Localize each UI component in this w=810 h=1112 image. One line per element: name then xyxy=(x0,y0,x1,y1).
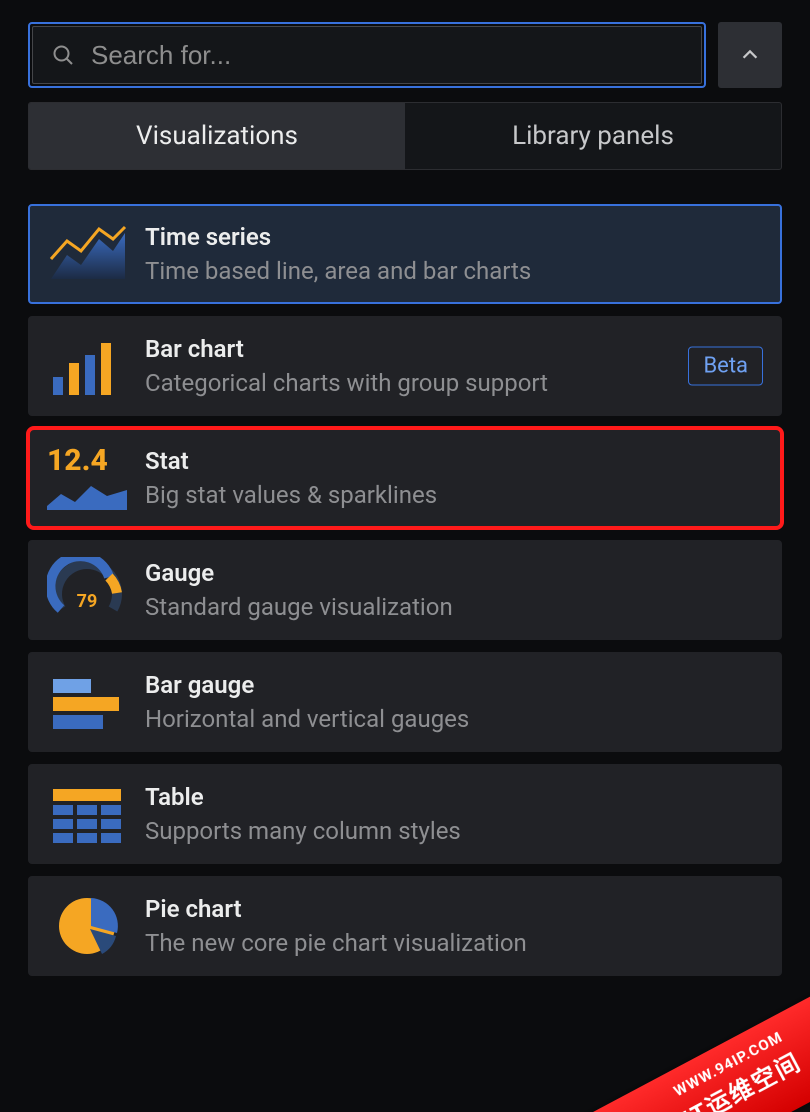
viz-title: Stat xyxy=(145,447,763,475)
visualization-list: Time series Time based line, area and ba… xyxy=(28,204,782,976)
viz-item-table[interactable]: Table Supports many column styles xyxy=(28,764,782,864)
tab-visualizations[interactable]: Visualizations xyxy=(29,103,405,169)
bar-gauge-icon xyxy=(47,669,127,735)
viz-title: Bar gauge xyxy=(145,671,763,699)
tab-library-panels[interactable]: Library panels xyxy=(405,103,781,169)
viz-desc: Horizontal and vertical gauges xyxy=(145,705,763,733)
viz-item-stat[interactable]: 12.4 Stat Big stat values & sparklines xyxy=(28,428,782,528)
viz-item-bar-chart[interactable]: Bar chart Categorical charts with group … xyxy=(28,316,782,416)
viz-item-pie-chart[interactable]: Pie chart The new core pie chart visuali… xyxy=(28,876,782,976)
viz-desc: The new core pie chart visualization xyxy=(145,929,763,957)
chevron-up-icon xyxy=(739,44,761,66)
viz-title: Pie chart xyxy=(145,895,763,923)
viz-title: Gauge xyxy=(145,559,763,587)
svg-text:79: 79 xyxy=(77,591,98,612)
tab-bar: Visualizations Library panels xyxy=(28,102,782,170)
bar-chart-icon xyxy=(47,333,127,399)
viz-desc: Big stat values & sparklines xyxy=(145,481,763,509)
watermark-ribbon: WWW.94IP.COM IT运维空间 xyxy=(577,970,810,1112)
collapse-button[interactable] xyxy=(718,22,782,88)
viz-desc: Supports many column styles xyxy=(145,817,763,845)
beta-badge: Beta xyxy=(688,347,763,386)
search-field[interactable] xyxy=(32,26,702,84)
viz-desc: Standard gauge visualization xyxy=(145,593,763,621)
viz-title: Time series xyxy=(145,223,763,251)
pie-chart-icon xyxy=(47,893,127,959)
viz-item-bar-gauge[interactable]: Bar gauge Horizontal and vertical gauges xyxy=(28,652,782,752)
stat-number: 12.4 xyxy=(47,446,108,476)
search-icon xyxy=(51,43,75,67)
viz-title: Bar chart xyxy=(145,335,763,363)
viz-title: Table xyxy=(145,783,763,811)
viz-item-gauge[interactable]: 79 Gauge Standard gauge visualization xyxy=(28,540,782,640)
watermark-brand: IT运维空间 xyxy=(592,998,810,1112)
search-input[interactable] xyxy=(89,39,683,72)
gauge-icon: 79 xyxy=(47,557,127,623)
stat-icon: 12.4 xyxy=(47,445,127,511)
search-field-wrapper xyxy=(28,22,706,88)
viz-desc: Categorical charts with group support xyxy=(145,369,763,397)
viz-desc: Time based line, area and bar charts xyxy=(145,257,763,285)
viz-item-time-series[interactable]: Time series Time based line, area and ba… xyxy=(28,204,782,304)
table-icon xyxy=(47,781,127,847)
time-series-icon xyxy=(47,221,127,287)
